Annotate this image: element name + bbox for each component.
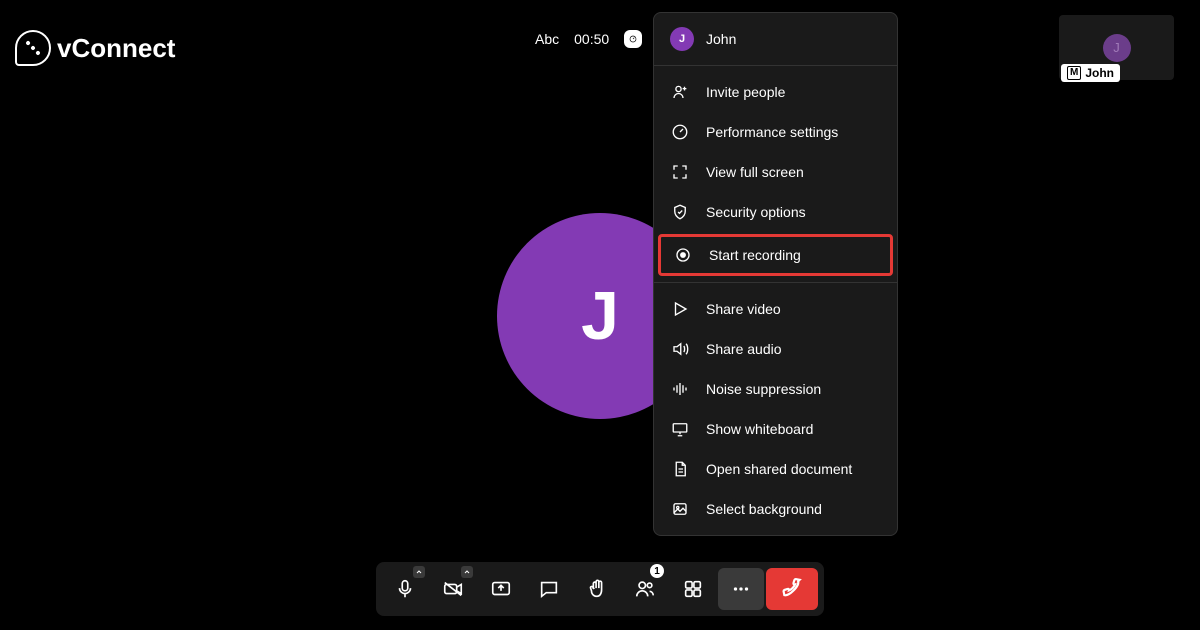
participant-tile[interactable]: J M John xyxy=(1059,15,1174,80)
call-toolbar: 1 xyxy=(376,562,824,616)
menu-divider xyxy=(654,282,897,283)
mode-label: Abc xyxy=(535,31,559,47)
participants-button[interactable]: 1 xyxy=(622,568,668,610)
participant-avatar: J xyxy=(1103,34,1131,62)
more-actions-button[interactable] xyxy=(718,568,764,610)
brand-name: vConnect xyxy=(57,33,175,64)
menu-header: J John xyxy=(654,13,897,66)
gauge-icon xyxy=(670,122,690,142)
presentation-icon xyxy=(670,419,690,439)
top-status-bar: Abc 00:50 xyxy=(535,30,642,48)
menu-item-label: Start recording xyxy=(709,247,801,263)
camera-options-chevron[interactable] xyxy=(461,566,473,578)
menu-item-label: Show whiteboard xyxy=(706,421,813,437)
menu-item-label: Open shared document xyxy=(706,461,852,477)
more-actions-menu: J John Invite people Performance setting… xyxy=(653,12,898,536)
menu-item-shared-document[interactable]: Open shared document xyxy=(654,449,897,489)
document-icon xyxy=(670,459,690,479)
fullscreen-icon xyxy=(670,162,690,182)
menu-item-share-audio[interactable]: Share audio xyxy=(654,329,897,369)
record-icon xyxy=(673,245,693,265)
logo-bubble-icon xyxy=(15,30,51,66)
menu-item-whiteboard[interactable]: Show whiteboard xyxy=(654,409,897,449)
brand-logo: vConnect xyxy=(15,30,175,66)
tile-view-button[interactable] xyxy=(670,568,716,610)
call-timer: 00:50 xyxy=(574,31,609,47)
image-icon xyxy=(670,499,690,519)
menu-item-label: Invite people xyxy=(706,84,785,100)
menu-item-label: Performance settings xyxy=(706,124,838,140)
menu-item-label: View full screen xyxy=(706,164,804,180)
menu-item-label: Noise suppression xyxy=(706,381,821,397)
shield-icon xyxy=(670,202,690,222)
menu-item-label: Share audio xyxy=(706,341,782,357)
participants-count-badge: 1 xyxy=(650,564,664,578)
screenshare-button[interactable] xyxy=(478,568,524,610)
chat-button[interactable] xyxy=(526,568,572,610)
microphone-button[interactable] xyxy=(382,568,428,610)
performance-button[interactable] xyxy=(624,30,642,48)
hangup-button[interactable] xyxy=(766,568,818,610)
menu-item-share-video[interactable]: Share video xyxy=(654,289,897,329)
mute-badge: M xyxy=(1067,66,1081,80)
person-add-icon xyxy=(670,82,690,102)
speaker-icon xyxy=(670,339,690,359)
menu-item-start-recording[interactable]: Start recording xyxy=(658,234,893,276)
menu-item-invite-people[interactable]: Invite people xyxy=(654,72,897,112)
menu-item-label: Select background xyxy=(706,501,822,517)
menu-item-label: Share video xyxy=(706,301,781,317)
play-icon xyxy=(670,299,690,319)
menu-user-avatar: J xyxy=(670,27,694,51)
menu-item-performance-settings[interactable]: Performance settings xyxy=(654,112,897,152)
menu-item-select-background[interactable]: Select background xyxy=(654,489,897,529)
participant-name-label: M John xyxy=(1061,64,1120,82)
raise-hand-button[interactable] xyxy=(574,568,620,610)
waveform-icon xyxy=(670,379,690,399)
menu-username: John xyxy=(706,31,736,47)
mic-options-chevron[interactable] xyxy=(413,566,425,578)
camera-button[interactable] xyxy=(430,568,476,610)
menu-item-security[interactable]: Security options xyxy=(654,192,897,232)
menu-item-noise-suppression[interactable]: Noise suppression xyxy=(654,369,897,409)
menu-item-fullscreen[interactable]: View full screen xyxy=(654,152,897,192)
menu-item-label: Security options xyxy=(706,204,806,220)
